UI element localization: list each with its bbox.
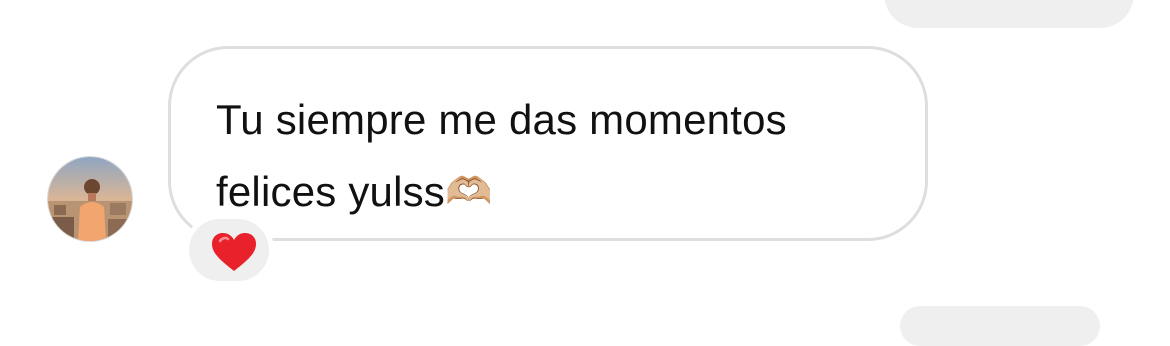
- reaction-badge[interactable]: [184, 214, 274, 286]
- message-text: Tu siempre me das momentos felices yulss…: [216, 84, 896, 228]
- heart-icon: [212, 233, 256, 271]
- previous-message-bubble[interactable]: [884, 0, 1134, 28]
- heart-hands-emoji: 🫶🏼: [445, 171, 493, 213]
- message-body: Tu siempre me das momentos felices yulss: [216, 96, 787, 215]
- next-message-bubble[interactable]: [900, 306, 1100, 346]
- avatar[interactable]: [48, 157, 132, 241]
- avatar-photo: [48, 157, 132, 241]
